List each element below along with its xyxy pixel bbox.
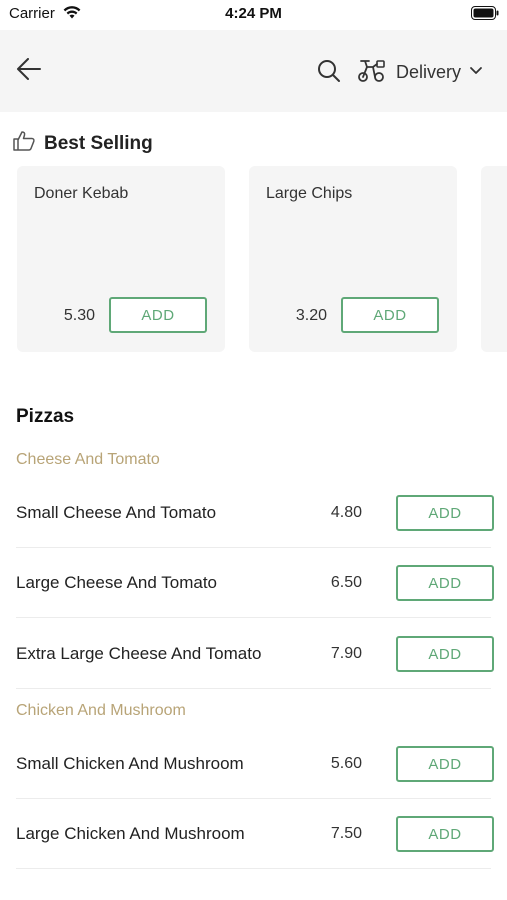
item-price: 5.30 bbox=[63, 307, 95, 324]
menu-item-row[interactable]: Extra Large Cheese And Tomato 7.90 ADD bbox=[16, 619, 507, 689]
row-divider bbox=[16, 688, 491, 689]
item-price: 6.50 bbox=[330, 574, 362, 591]
item-price: 3.20 bbox=[295, 307, 327, 324]
item-name: Large Chips bbox=[266, 185, 353, 202]
best-selling-card-peek[interactable] bbox=[481, 166, 507, 352]
menu-item-row[interactable]: Large Cheese And Tomato 6.50 ADD bbox=[16, 548, 507, 618]
best-selling-header: Best Selling bbox=[12, 130, 153, 157]
category-heading: Cheese And Tomato bbox=[16, 451, 160, 468]
item-name: Small Cheese And Tomato bbox=[16, 503, 217, 522]
category-heading: Chicken And Mushroom bbox=[16, 702, 186, 719]
menu-item-row[interactable]: Large Chicken And Mushroom 7.50 ADD bbox=[16, 799, 507, 869]
back-button[interactable] bbox=[10, 52, 48, 90]
delivery-mode-label: Delivery bbox=[396, 61, 462, 82]
status-bar: Carrier 4:24 PM bbox=[0, 0, 507, 30]
search-icon bbox=[316, 60, 342, 88]
search-button[interactable] bbox=[316, 58, 344, 86]
item-price: 5.60 bbox=[330, 755, 362, 772]
item-name: Small Chicken And Mushroom bbox=[16, 754, 244, 773]
item-name: Extra Large Cheese And Tomato bbox=[16, 644, 262, 663]
add-button[interactable]: ADD bbox=[396, 565, 494, 601]
add-button[interactable]: ADD bbox=[341, 297, 439, 333]
battery-icon bbox=[471, 6, 499, 25]
best-selling-card[interactable]: Large Chips 3.20 ADD bbox=[249, 166, 457, 352]
menu-item-row[interactable]: Small Chicken And Mushroom 5.60 ADD bbox=[16, 729, 507, 799]
add-button[interactable]: ADD bbox=[396, 816, 494, 852]
item-price: 4.80 bbox=[330, 504, 362, 521]
add-button[interactable]: ADD bbox=[396, 746, 494, 782]
add-button[interactable]: ADD bbox=[109, 297, 207, 333]
thumbs-up-icon bbox=[12, 130, 36, 157]
section-title: Pizzas bbox=[16, 406, 75, 427]
scooter-icon bbox=[356, 57, 386, 88]
row-divider bbox=[16, 617, 491, 618]
menu-item-row[interactable]: Small Cheese And Tomato 4.80 ADD bbox=[16, 478, 507, 548]
best-selling-card[interactable]: Doner Kebab 5.30 ADD bbox=[17, 166, 225, 352]
item-name: Doner Kebab bbox=[34, 185, 129, 202]
delivery-mode-selector[interactable]: Delivery bbox=[356, 56, 483, 88]
add-button[interactable]: ADD bbox=[396, 636, 494, 672]
row-divider bbox=[16, 868, 491, 869]
item-price: 7.90 bbox=[330, 645, 362, 662]
nav-bar: Delivery bbox=[0, 30, 507, 112]
item-price: 7.50 bbox=[330, 825, 362, 842]
chevron-down-icon bbox=[469, 63, 483, 81]
item-name: Large Chicken And Mushroom bbox=[16, 824, 245, 843]
add-button[interactable]: ADD bbox=[396, 495, 494, 531]
status-time: 4:24 PM bbox=[225, 5, 282, 22]
best-selling-title: Best Selling bbox=[44, 132, 153, 154]
arrow-left-icon bbox=[16, 57, 42, 85]
item-name: Large Cheese And Tomato bbox=[16, 573, 217, 592]
